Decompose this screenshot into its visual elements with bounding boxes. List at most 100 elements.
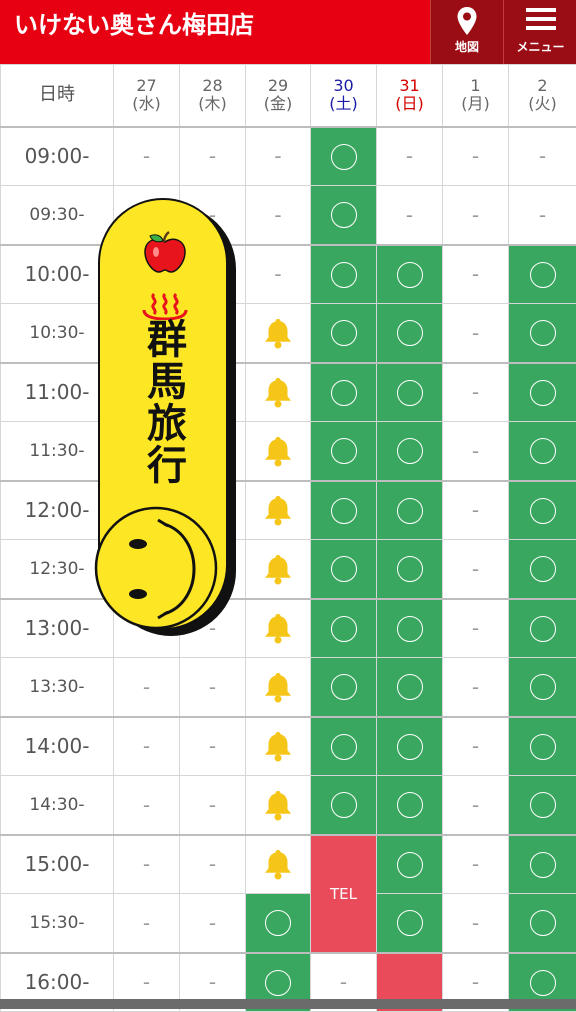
bell-icon — [263, 612, 293, 644]
waitlist-slot[interactable] — [246, 835, 311, 894]
circle-icon — [397, 320, 423, 346]
circle-icon — [265, 970, 291, 996]
available-slot[interactable] — [377, 245, 443, 304]
tel-label: TEL — [330, 885, 357, 903]
available-slot[interactable] — [509, 481, 576, 540]
circle-icon — [331, 556, 357, 582]
available-slot[interactable] — [377, 481, 443, 540]
menu-button-label: メニュー — [504, 38, 576, 55]
time-label: 15:00- — [1, 835, 114, 894]
circle-icon — [530, 734, 556, 760]
day-header: 28(木) — [180, 65, 246, 127]
available-slot[interactable] — [377, 835, 443, 894]
waitlist-slot[interactable] — [246, 658, 311, 717]
available-slot[interactable] — [311, 127, 377, 186]
time-label: 13:30- — [1, 658, 114, 717]
available-slot[interactable] — [509, 894, 576, 953]
unavailable-slot: - — [246, 245, 311, 304]
waitlist-slot[interactable] — [246, 422, 311, 481]
available-slot[interactable] — [377, 363, 443, 422]
available-slot[interactable] — [509, 422, 576, 481]
circle-icon — [331, 674, 357, 700]
unavailable-slot: - — [443, 245, 509, 304]
available-slot[interactable] — [509, 599, 576, 658]
circle-icon — [397, 438, 423, 464]
available-slot[interactable] — [377, 599, 443, 658]
day-date: 28 — [180, 77, 245, 95]
day-date: 30 — [311, 77, 376, 95]
available-slot[interactable] — [311, 599, 377, 658]
unavailable-slot: - — [246, 127, 311, 186]
circle-icon — [397, 498, 423, 524]
waitlist-slot[interactable] — [246, 363, 311, 422]
circle-icon — [530, 438, 556, 464]
waitlist-slot[interactable] — [246, 717, 311, 776]
unavailable-slot: - — [443, 127, 509, 186]
available-slot[interactable] — [377, 304, 443, 363]
circle-icon — [331, 262, 357, 288]
available-slot[interactable] — [509, 835, 576, 894]
available-slot[interactable] — [377, 658, 443, 717]
time-slot-row: 15:00---TEL- — [1, 835, 576, 894]
available-slot[interactable] — [377, 776, 443, 835]
available-slot[interactable] — [311, 717, 377, 776]
circle-icon — [331, 792, 357, 818]
unavailable-slot: - — [443, 894, 509, 953]
available-slot[interactable] — [377, 894, 443, 953]
available-slot[interactable] — [311, 481, 377, 540]
available-slot[interactable] — [509, 540, 576, 599]
circle-icon — [397, 616, 423, 642]
day-of-week: (日) — [377, 95, 442, 113]
bell-icon — [263, 671, 293, 703]
waitlist-slot[interactable] — [246, 540, 311, 599]
day-date: 29 — [246, 77, 310, 95]
available-slot[interactable] — [377, 540, 443, 599]
bell-icon — [263, 376, 293, 408]
circle-icon — [397, 380, 423, 406]
available-slot[interactable] — [311, 658, 377, 717]
available-slot[interactable] — [311, 422, 377, 481]
waitlist-slot[interactable] — [246, 776, 311, 835]
time-slot-row: 11:30---- — [1, 422, 576, 481]
available-slot[interactable] — [311, 304, 377, 363]
available-slot[interactable] — [311, 776, 377, 835]
unavailable-slot: - — [246, 186, 311, 245]
time-slot-row: 12:30---- — [1, 540, 576, 599]
circle-icon — [530, 674, 556, 700]
tel-slot[interactable]: TEL — [311, 835, 377, 953]
menu-button[interactable]: メニュー — [503, 0, 576, 64]
waitlist-slot[interactable] — [246, 304, 311, 363]
time-slot-row: 13:00---- — [1, 599, 576, 658]
unavailable-slot: - — [180, 127, 246, 186]
available-slot[interactable] — [246, 894, 311, 953]
available-slot[interactable] — [311, 186, 377, 245]
time-label: 09:30- — [1, 186, 114, 245]
unavailable-slot: - — [443, 481, 509, 540]
map-pin-icon — [455, 6, 479, 36]
available-slot[interactable] — [509, 304, 576, 363]
available-slot[interactable] — [509, 776, 576, 835]
available-slot[interactable] — [311, 245, 377, 304]
circle-icon — [397, 792, 423, 818]
circle-icon — [397, 734, 423, 760]
available-slot[interactable] — [509, 245, 576, 304]
circle-icon — [331, 380, 357, 406]
available-slot[interactable] — [509, 658, 576, 717]
circle-icon — [530, 910, 556, 936]
waitlist-slot[interactable] — [246, 599, 311, 658]
waitlist-slot[interactable] — [246, 481, 311, 540]
bell-icon — [263, 435, 293, 467]
map-button[interactable]: 地図 — [430, 0, 503, 64]
promo-banner[interactable]: 群馬旅行 — [98, 198, 240, 640]
day-of-week: (土) — [311, 95, 376, 113]
available-slot[interactable] — [509, 363, 576, 422]
available-slot[interactable] — [311, 363, 377, 422]
available-slot[interactable] — [311, 540, 377, 599]
available-slot[interactable] — [377, 422, 443, 481]
day-of-week: (木) — [180, 95, 245, 113]
unavailable-slot: - — [443, 835, 509, 894]
available-slot[interactable] — [509, 717, 576, 776]
available-slot[interactable] — [377, 717, 443, 776]
circle-icon — [530, 498, 556, 524]
shop-title[interactable]: いけない奥さん梅田店 — [14, 10, 254, 40]
